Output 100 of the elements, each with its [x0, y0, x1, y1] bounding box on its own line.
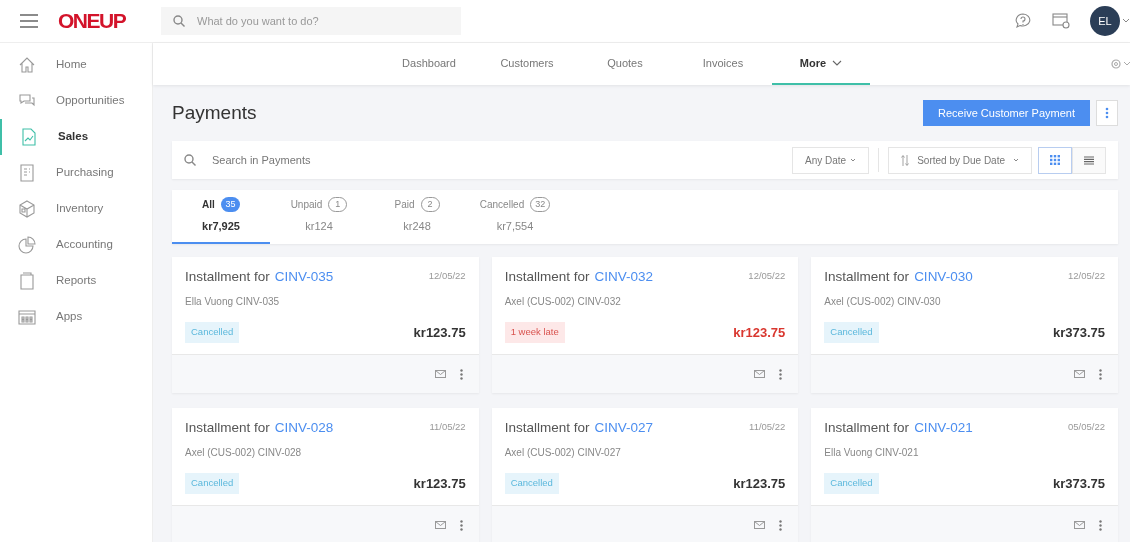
more-icon [1105, 107, 1109, 119]
more-options-button[interactable] [1096, 100, 1118, 126]
sort-icon [901, 153, 910, 167]
sidebar-item[interactable]: Accounting [0, 227, 152, 263]
mail-icon[interactable] [754, 370, 766, 378]
sidebar-item[interactable]: Inventory [0, 191, 152, 227]
grid-icon [1050, 155, 1060, 165]
card-date: 05/05/22 [1068, 420, 1105, 434]
card-date: 12/05/22 [428, 269, 466, 283]
status-badge: Cancelled [504, 473, 559, 494]
more-icon[interactable] [1099, 519, 1102, 531]
nav-tab[interactable]: Quotes [576, 43, 674, 85]
card-subtitle: Ella Vuong CINV-021 [824, 446, 919, 461]
more-icon[interactable] [779, 368, 783, 380]
filter-tab[interactable]: All 35 kr7,925 [172, 190, 270, 244]
invoice-link[interactable]: CINV-032 [594, 267, 653, 288]
caret-icon [850, 158, 857, 162]
card-amount: kr373.75 [1052, 474, 1105, 493]
sidebar-item[interactable]: Reports [0, 263, 152, 299]
mail-icon[interactable] [1074, 370, 1085, 378]
filter-tab[interactable]: Unpaid 1 kr124 [270, 190, 368, 244]
more-icon[interactable] [1099, 368, 1102, 380]
nav-tab[interactable]: Dashboard [380, 43, 478, 85]
count-badge: 35 [220, 197, 240, 213]
tab-label: All [202, 198, 215, 213]
nav-tab[interactable]: More [772, 43, 870, 85]
tab-label: Cancelled [479, 198, 525, 213]
sidebar-item[interactable]: Opportunities [0, 83, 152, 119]
card-amount: kr123.75 [733, 474, 786, 493]
card-date: 11/05/22 [749, 420, 786, 434]
settings-icon[interactable] [1110, 58, 1130, 70]
tab-total: kr7,554 [496, 219, 534, 235]
more-icon[interactable] [459, 519, 463, 531]
grid-icon [18, 308, 36, 326]
card-amount: kr123.75 [413, 474, 466, 493]
tab-total: kr7,925 [202, 219, 240, 235]
status-badge: Cancelled [824, 473, 879, 494]
card-amount: kr373.75 [1052, 323, 1105, 342]
card-amount: kr123.75 [413, 323, 466, 342]
card-subtitle: Axel (CUS-002) CINV-032 [504, 295, 621, 310]
invoice-link[interactable]: CINV-021 [914, 418, 973, 439]
avatar[interactable]: EL [1090, 6, 1120, 36]
grid-view-button[interactable] [1038, 146, 1072, 174]
clipboard-icon [18, 272, 36, 290]
status-badge: Cancelled [824, 322, 879, 343]
caret-icon [1013, 158, 1019, 162]
search-field[interactable]: What do you want to do? [161, 7, 461, 35]
help-icon[interactable] [1014, 12, 1032, 30]
nav-tab[interactable]: Customers [478, 43, 576, 85]
invoice-link[interactable]: CINV-028 [274, 418, 334, 439]
card-title: Installment for [185, 419, 270, 437]
mail-icon[interactable] [434, 521, 446, 529]
invoice-link[interactable]: CINV-027 [594, 418, 653, 439]
more-icon[interactable] [459, 368, 463, 380]
search-icon [184, 154, 196, 166]
menu-icon[interactable] [20, 14, 38, 28]
filter-tab[interactable]: Paid 2 kr248 [368, 190, 466, 244]
sort-dropdown[interactable]: Sorted by Due Date [888, 146, 1032, 174]
card-title: Installment for [824, 419, 910, 437]
sidebar-item[interactable]: Purchasing [0, 155, 152, 191]
list-view-button[interactable] [1072, 146, 1106, 174]
home-icon [18, 56, 36, 74]
card-title: Installment for [504, 268, 590, 286]
filter-tab[interactable]: Cancelled 32 kr7,554 [466, 190, 564, 244]
card-title: Installment for [504, 419, 590, 437]
mail-icon[interactable] [754, 521, 766, 529]
card-amount: kr123.75 [733, 323, 786, 342]
tab-total: kr124 [305, 219, 333, 235]
date-filter-dropdown[interactable]: Any Date [792, 146, 870, 174]
list-icon [1084, 155, 1094, 165]
card-title: Installment for [185, 268, 270, 286]
window-settings-icon[interactable] [1052, 13, 1070, 29]
card-subtitle: Axel (CUS-002) CINV-028 [185, 446, 302, 461]
search-input[interactable]: Search in Payments [212, 151, 793, 169]
pie-chart-icon [18, 236, 36, 254]
sidebar-item[interactable]: Apps [0, 299, 152, 335]
invoice-link[interactable]: CINV-035 [274, 267, 334, 288]
search-input[interactable]: What do you want to do? [197, 12, 437, 30]
sidebar-item[interactable]: Home [0, 47, 152, 83]
card-subtitle: Ella Vuong CINV-035 [185, 295, 280, 310]
mail-icon[interactable] [1074, 521, 1085, 529]
tab-label: Paid [394, 198, 415, 213]
status-badge: Cancelled [185, 322, 240, 343]
logo: ONEUP [58, 8, 126, 35]
mail-icon[interactable] [434, 370, 446, 378]
card-date: 11/05/22 [429, 420, 466, 434]
box-icon [18, 200, 36, 218]
card-date: 12/05/22 [1068, 269, 1105, 283]
caret-icon[interactable] [1122, 18, 1130, 24]
card-date: 12/05/22 [748, 269, 786, 283]
card-subtitle: Axel (CUS-002) CINV-027 [504, 446, 621, 461]
receive-payment-button[interactable]: Receive Customer Payment [923, 100, 1090, 126]
status-badge: Cancelled [185, 473, 240, 494]
more-icon[interactable] [779, 519, 783, 531]
card-subtitle: Axel (CUS-002) CINV-030 [824, 295, 941, 310]
card-title: Installment for [824, 268, 910, 286]
page-title: Payments [172, 100, 257, 125]
nav-tab[interactable]: Invoices [674, 43, 772, 85]
invoice-link[interactable]: CINV-030 [914, 267, 973, 288]
document-icon [18, 164, 36, 182]
